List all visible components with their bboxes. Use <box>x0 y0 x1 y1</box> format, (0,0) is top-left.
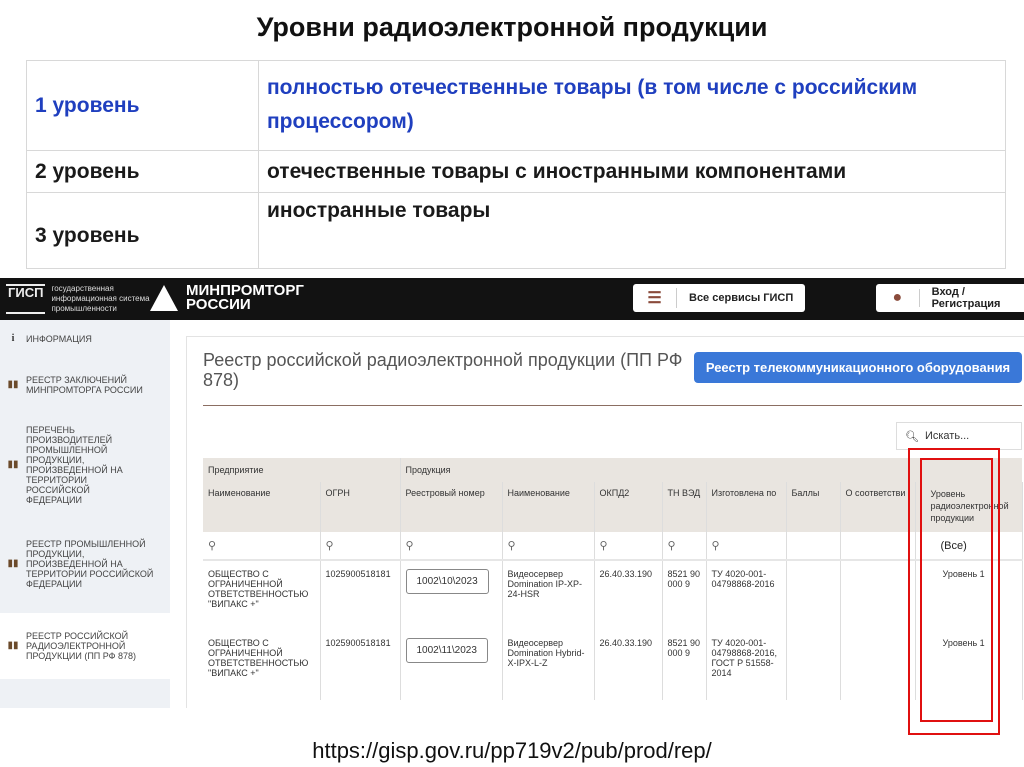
level-label: 1 уровень <box>26 60 259 151</box>
filter-row: ⚲ ⚲ ⚲ ⚲ ⚲ ⚲ ⚲ (Все) <box>203 532 1023 561</box>
sidebar-item-radioelectronic-registry[interactable]: ▮▮ РЕЕСТР РОССИЙСКОЙ РАДИОЭЛЕКТРОННОЙ ПРО… <box>0 613 170 679</box>
gisp-text: информационная система <box>51 294 150 303</box>
ministry-text: РОССИИ <box>186 296 251 313</box>
points-cell <box>786 560 841 630</box>
search-input[interactable]: 🔍︎ Искать... <box>896 422 1022 450</box>
ministry-logo[interactable]: МИНПРОМТОРГ РОССИИ <box>150 283 304 313</box>
group-header: Предприятие <box>203 458 401 482</box>
level-desc: полностью отечественные товары (в том чи… <box>258 60 1006 151</box>
okpd-cell: 26.40.33.190 <box>594 630 663 700</box>
group-header-row: Предприятие Продукция <box>203 458 1022 482</box>
search-placeholder: Искать... <box>924 430 970 442</box>
filter-empty <box>840 532 916 561</box>
product-name-cell: Видеосервер Domination Hybrid-X-IPX-L-Z <box>502 630 595 700</box>
level-label: 2 уровень <box>26 150 259 193</box>
sidebar-item-label: ИНФОРМАЦИЯ <box>26 334 92 344</box>
filter-search-icon[interactable]: ⚲ <box>662 532 707 561</box>
company-cell: ОБЩЕСТВО С ОГРАНИЧЕННОЙ ОТВЕТСТВЕННОСТЬЮ… <box>203 560 321 630</box>
level-row: 3 уровень иностранные товары <box>26 192 1006 269</box>
info-icon: i <box>11 333 15 344</box>
gisp-text: государственная <box>51 284 114 293</box>
filter-search-icon[interactable]: ⚲ <box>706 532 787 561</box>
column-header[interactable]: ОКПД2 <box>594 482 663 532</box>
level-desc: иностранные товары <box>258 192 1006 269</box>
sidebar-item-label: РЕЕСТР ЗАКЛЮЧЕНИЙ МИНПРОМТОРГА РОССИИ <box>26 375 143 395</box>
hamburger-icon: ☰ <box>633 288 677 308</box>
company-cell: ОБЩЕСТВО С ОГРАНИЧЕННОЙ ОТВЕТСТВЕННОСТЬЮ… <box>203 630 321 700</box>
filter-search-icon[interactable]: ⚲ <box>594 532 663 561</box>
source-url: https://gisp.gov.ru/pp719v2/pub/prod/rep… <box>312 738 712 763</box>
registry-number-button[interactable]: 1002\10\2023 <box>405 569 489 594</box>
ministry-triangle-icon <box>150 285 178 311</box>
highlight-inner-frame <box>920 458 993 722</box>
registry-table: Предприятие Продукция Наименование ОГРН Р… <box>203 458 1023 700</box>
search-icon: 🔍︎ <box>905 430 919 443</box>
table-row[interactable]: ОБЩЕСТВО С ОГРАНИЧЕННОЙ ОТВЕТСТВЕННОСТЬЮ… <box>203 560 1023 630</box>
level-row: 1 уровень полностью отечественные товары… <box>26 60 1006 151</box>
all-services-button[interactable]: ☰ Все сервисы ГИСП <box>633 284 805 312</box>
levels-table: 1 уровень полностью отечественные товары… <box>26 60 1006 269</box>
services-label: Все сервисы ГИСП <box>689 292 794 304</box>
book-icon: ▮▮ <box>7 379 19 390</box>
gisp-logo-mark: ГИСП <box>6 284 46 314</box>
column-header[interactable]: ОГРН <box>320 482 401 532</box>
column-header-row: Наименование ОГРН Реестровый номер Наиме… <box>203 482 1023 532</box>
filter-search-icon[interactable]: ⚲ <box>400 532 503 561</box>
made-by-cell: ТУ 4020-001-04798868-2016 <box>706 560 787 630</box>
gisp-screenshot: ГИСП государственная информационная систе… <box>0 278 1024 708</box>
product-name-cell: Видеосервер Domination IP-XP-24-HSR <box>502 560 595 630</box>
sidebar-item-info[interactable]: i ИНФОРМАЦИЯ <box>0 330 170 348</box>
column-header[interactable]: ТН ВЭД <box>662 482 707 532</box>
divider <box>203 405 1022 406</box>
login-label: Вход / Регистрация <box>931 286 1001 310</box>
login-button[interactable]: ● Вход / Регистрация <box>876 284 1024 312</box>
table-row[interactable]: ОБЩЕСТВО С ОГРАНИЧЕННОЙ ОТВЕТСТВЕННОСТЬЮ… <box>203 630 1023 700</box>
column-header[interactable]: Изготовлена по <box>706 482 787 532</box>
ogrn-cell: 1025900518181 <box>320 630 401 700</box>
level-row: 2 уровень отечественные товары с иностра… <box>26 150 1006 193</box>
gisp-text: промышленности <box>51 304 117 313</box>
telecom-registry-button[interactable]: Реестр телекоммуникационного оборудовани… <box>694 352 1022 383</box>
user-icon: ● <box>876 289 920 307</box>
sidebar-item-label: ПЕРЕЧЕНЬ ПРОИЗВОДИТЕЛЕЙ ПРОМЫШЛЕННОЙ ПРО… <box>26 425 123 505</box>
level-desc: отечественные товары с иностранными комп… <box>258 150 1006 193</box>
column-header[interactable]: Наименование <box>502 482 595 532</box>
book-icon: ▮▮ <box>7 558 19 569</box>
book-icon: ▮▮ <box>7 640 19 651</box>
filter-search-icon[interactable]: ⚲ <box>502 532 595 561</box>
top-bar: ГИСП государственная информационная систе… <box>0 278 1024 320</box>
tnved-cell: 8521 90 000 9 <box>662 560 707 630</box>
filter-search-icon[interactable]: ⚲ <box>320 532 401 561</box>
column-header[interactable]: Баллы <box>786 482 841 532</box>
book-icon: ▮▮ <box>7 459 19 470</box>
made-by-cell: ТУ 4020-001-04798868-2016, ГОСТ Р 51558-… <box>706 630 787 700</box>
filter-empty <box>786 532 841 561</box>
okpd-cell: 26.40.33.190 <box>594 560 663 630</box>
column-header[interactable]: Наименование <box>203 482 321 532</box>
conformity-cell <box>840 560 916 630</box>
sidebar-item-industrial-registry[interactable]: ▮▮ РЕЕСТР ПРОМЫШЛЕННОЙ ПРОДУКЦИИ, ПРОИЗВЕ… <box>0 528 170 600</box>
page-title: Реестр российской радиоэлектронной проду… <box>203 350 683 390</box>
registry-number-button[interactable]: 1002\11\2023 <box>405 638 488 663</box>
points-cell <box>786 630 841 700</box>
sidebar-item-manufacturers[interactable]: ▮▮ ПЕРЕЧЕНЬ ПРОИЗВОДИТЕЛЕЙ ПРОМЫШЛЕННОЙ П… <box>0 424 170 506</box>
conformity-cell <box>840 630 916 700</box>
slide-title: Уровни радиоэлектронной продукции <box>256 12 768 42</box>
tnved-cell: 8521 90 000 9 <box>662 630 707 700</box>
column-header[interactable]: О соответстви <box>840 482 916 532</box>
gisp-logo[interactable]: ГИСП государственная информационная систе… <box>6 284 150 314</box>
sidebar-item-conclusions[interactable]: ▮▮ РЕЕСТР ЗАКЛЮЧЕНИЙ МИНПРОМТОРГА РОССИИ <box>0 370 170 400</box>
filter-search-icon[interactable]: ⚲ <box>203 532 321 561</box>
sidebar-item-label: РЕЕСТР РОССИЙСКОЙ РАДИОЭЛЕКТРОННОЙ ПРОДУ… <box>26 631 137 661</box>
level-label: 3 уровень <box>26 192 259 269</box>
ogrn-cell: 1025900518181 <box>320 560 401 630</box>
sidebar: i ИНФОРМАЦИЯ ▮▮ РЕЕСТР ЗАКЛЮЧЕНИЙ МИНПРОМТ… <box>0 320 170 708</box>
sidebar-item-label: РЕЕСТР ПРОМЫШЛЕННОЙ ПРОДУКЦИИ, ПРОИЗВЕДЕ… <box>26 539 154 589</box>
column-header[interactable]: Реестровый номер <box>400 482 503 532</box>
